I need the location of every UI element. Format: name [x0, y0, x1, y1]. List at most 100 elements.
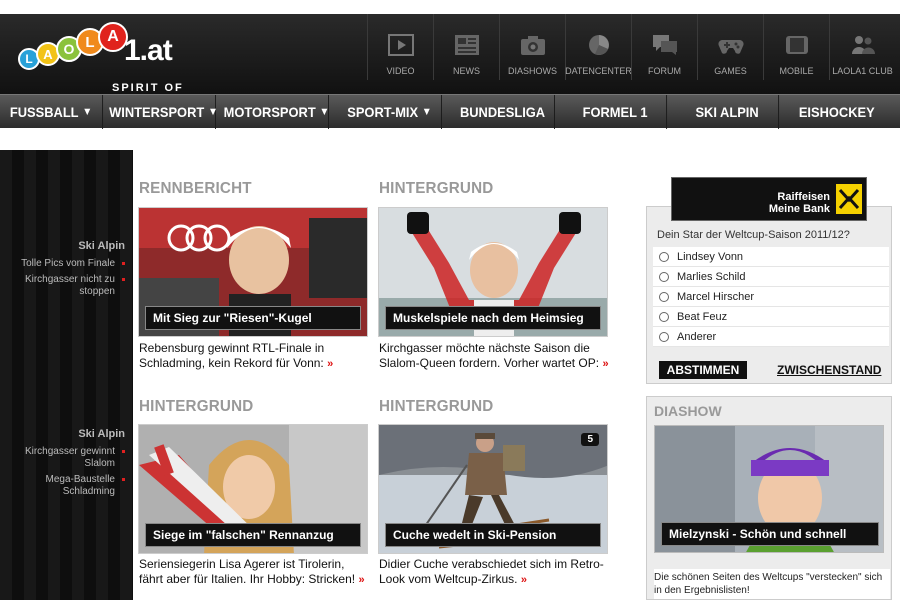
results-link[interactable]: ZWISCHENSTAND [777, 363, 881, 377]
sidebar-link[interactable]: Kirchgasser gewinnt Slalom [7, 446, 125, 470]
users-icon [850, 34, 876, 56]
topnav-club[interactable]: LAOLA1 CLUB [829, 14, 895, 80]
nav-formel1[interactable]: FORMEL 1 [564, 95, 668, 129]
topnav-forum[interactable]: FORUM [631, 14, 697, 80]
section-heading: RENNBERICHT [139, 180, 252, 197]
more-arrow-icon[interactable]: » [521, 574, 527, 586]
mobile-icon [784, 34, 810, 56]
article-2-teaser[interactable]: Kirchgasser möchte nächste Saison die Sl… [379, 341, 611, 372]
sidebar-group-title: Ski Alpin [78, 428, 125, 440]
article-4: HINTERGRUND [379, 398, 609, 416]
more-arrow-icon[interactable]: » [358, 574, 364, 586]
article-3: HINTERGRUND [139, 398, 369, 416]
article-2-photo[interactable]: Muskelspiele nach dem Heimsieg [378, 207, 608, 337]
diashow-caption: Mielzynski - Schön und schnell [661, 522, 879, 546]
teaser-text: Seriensiegerin Lisa Agerer ist Tirolerin… [139, 557, 356, 586]
topnav-video-label: VIDEO [386, 66, 415, 76]
article-3-photo[interactable]: Siege im "falschen" Rennanzug [138, 424, 368, 554]
teaser-text: Didier Cuche verabschiedet sich im Retro… [379, 557, 604, 586]
article-4-photo[interactable]: 5 Cuche wedelt in Ski-Pension [378, 424, 608, 554]
topnav-video[interactable]: VIDEO [367, 14, 433, 80]
news-icon [454, 34, 480, 56]
radio-button[interactable] [659, 311, 669, 322]
poll-option[interactable]: Lindsey Vonn [653, 247, 889, 267]
photo-count-badge: 5 [581, 433, 599, 446]
topnav-news[interactable]: NEWS [433, 14, 499, 80]
sidebar-link[interactable]: Tolle Pics vom Finale [7, 258, 125, 270]
poll-option-label: Marlies Schild [677, 270, 746, 283]
dropdown-arrow-icon: ▼ [421, 106, 432, 118]
article-1: RENNBERICHT [139, 180, 369, 198]
nav-bundesliga[interactable]: BUNDESLIGA [451, 95, 555, 129]
poll-option[interactable]: Beat Feuz [653, 307, 889, 327]
nav-fussball-label: FUSSBALL [9, 104, 79, 120]
diashow-photo[interactable]: Mielzynski - Schön und schnell [654, 425, 884, 553]
radio-button[interactable] [659, 331, 669, 342]
nav-wintersport-label: WINTERSPORT [109, 104, 205, 120]
nav-motorsport[interactable]: MOTORSPORT ▼ [224, 95, 330, 129]
sidebar-group-1: Ski Alpin Tolle Pics vom Finale Kirchgas… [7, 240, 125, 302]
diashow-box: DIASHOW Mielzynski - Schön und schnell D… [646, 396, 892, 600]
vote-button[interactable]: ABSTIMMEN [659, 361, 747, 379]
diashow-text: Die schönen Seiten des Weltcups "verstec… [654, 569, 890, 599]
nav-sportmix[interactable]: SPORT-MIX ▼ [338, 95, 442, 129]
poll-option[interactable]: Marlies Schild [653, 267, 889, 287]
article-1-photo[interactable]: Mit Sieg zur "Riesen"-Kugel [138, 207, 368, 337]
nav-sportmix-label: SPORT-MIX [347, 104, 419, 120]
topnav-club-label: LAOLA1 CLUB [832, 66, 893, 76]
article-2-caption: Muskelspiele nach dem Heimsieg [385, 306, 601, 330]
topnav-forum-label: FORUM [648, 66, 681, 76]
more-arrow-icon[interactable]: » [602, 358, 608, 370]
nav-formel1-label: FORMEL 1 [582, 104, 648, 120]
poll-option-label: Marcel Hirscher [677, 290, 755, 303]
nav-bundesliga-label: BUNDESLIGA [459, 104, 546, 120]
nav-eishockey-label: EISHOCKEY [798, 104, 875, 120]
more-arrow-icon[interactable]: » [327, 358, 333, 370]
article-1-teaser[interactable]: Rebensburg gewinnt RTL-Finale in Schladm… [139, 341, 371, 372]
radio-button[interactable] [659, 251, 669, 262]
article-2: HINTERGRUND [379, 180, 609, 198]
dropdown-arrow-icon: ▼ [319, 106, 330, 118]
sponsor-logo-icon [836, 184, 862, 214]
poll-options: Lindsey Vonn Marlies Schild Marcel Hirsc… [653, 247, 889, 347]
left-sidebar: Ski Alpin Tolle Pics vom Finale Kirchgas… [0, 150, 133, 600]
gamepad-icon [717, 34, 744, 56]
sidebar-link[interactable]: Kirchgasser nicht zu stoppen [7, 274, 125, 298]
radio-button[interactable] [659, 291, 669, 302]
section-heading: HINTERGRUND [379, 398, 494, 415]
topnav-datencenter[interactable]: DATENCENTER [565, 14, 632, 80]
poll-option[interactable]: Anderer [653, 327, 889, 347]
page: L A O L A 1.at SPIRIT OF SPORTS VIDEO NE… [0, 0, 900, 600]
sponsor-line-2: Meine Bank [768, 203, 830, 215]
article-3-teaser[interactable]: Seriensiegerin Lisa Agerer ist Tirolerin… [139, 557, 371, 588]
radio-button[interactable] [659, 271, 669, 282]
section-heading: HINTERGRUND [379, 180, 494, 197]
topnav-diashows[interactable]: DIASHOWS [499, 14, 565, 80]
logo[interactable]: L A O L A 1.at SPIRIT OF SPORTS [14, 22, 234, 106]
poll-option-label: Beat Feuz [677, 310, 728, 323]
top-navigation: VIDEO NEWS DIASHOWS DATENCENTER FORUM GA… [367, 14, 895, 94]
poll-option-label: Anderer [677, 330, 717, 343]
topnav-datencenter-label: DATENCENTER [565, 66, 632, 76]
sponsor-banner[interactable]: Raiffeisen Meine Bank [671, 177, 867, 221]
topnav-diashows-label: DIASHOWS [507, 66, 557, 76]
main-navigation: FUSSBALL ▼ WINTERSPORT ▼ MOTORSPORT ▼ SPORT… [0, 94, 900, 129]
teaser-text: Rebensburg gewinnt RTL-Finale in Schladm… [139, 341, 325, 370]
poll-box: Dein Star der Weltcup-Saison 2011/12? Li… [646, 206, 892, 384]
topnav-mobile[interactable]: MOBILE [763, 14, 829, 80]
nav-fussball[interactable]: FUSSBALL ▼ [0, 95, 104, 129]
nav-skialpin-label: SKI ALPIN [695, 104, 759, 120]
sidebar-link[interactable]: Mega-Baustelle Schladming [7, 474, 125, 498]
poll-option[interactable]: Marcel Hirscher [653, 287, 889, 307]
topnav-games[interactable]: GAMES [697, 14, 763, 80]
sidebar-group-title: Ski Alpin [78, 240, 125, 252]
topnav-mobile-label: MOBILE [779, 66, 814, 76]
article-4-teaser[interactable]: Didier Cuche verabschiedet sich im Retro… [379, 557, 611, 588]
nav-skialpin[interactable]: SKI ALPIN [676, 95, 780, 129]
nav-wintersport[interactable]: WINTERSPORT ▼ [109, 95, 218, 129]
topnav-news-label: NEWS [453, 66, 480, 76]
sidebar-group-2: Ski Alpin Kirchgasser gewinnt Slalom Meg… [7, 428, 125, 502]
nav-eishockey[interactable]: EISHOCKEY [788, 95, 886, 129]
sponsor-line-1: Raiffeisen [777, 191, 830, 203]
sponsor-text: Raiffeisen Meine Bank [748, 191, 830, 215]
